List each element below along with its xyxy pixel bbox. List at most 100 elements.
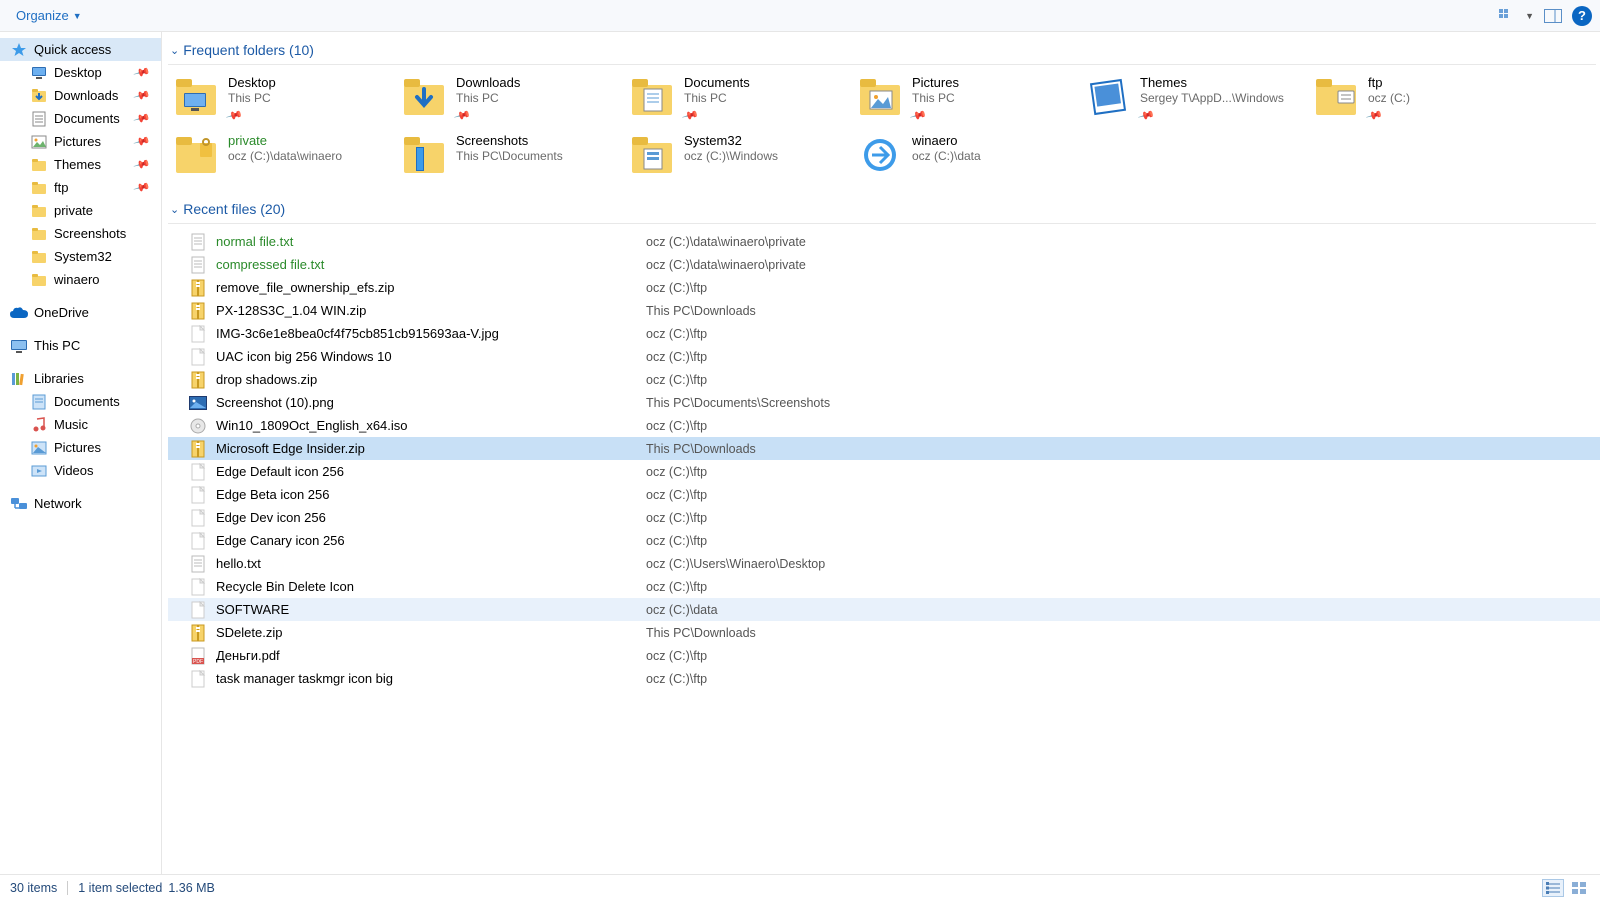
file-row[interactable]: Microsoft Edge Insider.zipThis PC\Downlo… [168, 437, 1600, 460]
folder-tile[interactable]: ftpocz (C:)📌 [1308, 71, 1536, 129]
sidebar-item-downloads[interactable]: Downloads📌 [0, 84, 161, 107]
file-row[interactable]: hello.txtocz (C:)\Users\Winaero\Desktop [168, 552, 1600, 575]
cloud-icon [10, 304, 28, 322]
folder-name: System32 [684, 133, 778, 148]
sidebar-item-this-pc[interactable]: This PC [0, 334, 161, 357]
file-path: ocz (C:)\ftp [646, 649, 707, 663]
sidebar-item-libraries[interactable]: Libraries [0, 367, 161, 390]
file-row[interactable]: Edge Dev icon 256ocz (C:)\ftp [168, 506, 1600, 529]
file-row[interactable]: Win10_1809Oct_English_x64.isoocz (C:)\ft… [168, 414, 1600, 437]
file-row[interactable]: Edge Canary icon 256ocz (C:)\ftp [168, 529, 1600, 552]
pin-icon: 📌 [1137, 106, 1152, 122]
pin-icon: 📌 [1365, 106, 1380, 122]
sidebar-item-winaero[interactable]: winaero [0, 268, 161, 291]
file-row[interactable]: IMG-3c6e1e8bea0cf4f75cb851cb915693aa-V.j… [168, 322, 1600, 345]
lib-vid-icon [30, 462, 48, 480]
file-row[interactable]: UAC icon big 256 Windows 10ocz (C:)\ftp [168, 345, 1600, 368]
sidebar-item-onedrive[interactable]: OneDrive [0, 301, 161, 324]
file-name: task manager taskmgr icon big [216, 671, 646, 686]
file-name: Microsoft Edge Insider.zip [216, 441, 646, 456]
zip-icon [188, 370, 208, 390]
sidebar-item-system32[interactable]: System32 [0, 245, 161, 268]
folder-icon [858, 133, 902, 177]
file-row[interactable]: SOFTWAREocz (C:)\data [168, 598, 1600, 621]
sidebar-item-pictures[interactable]: Pictures📌 [0, 130, 161, 153]
folder-icon [174, 133, 218, 177]
pin-icon: 📌 [681, 106, 696, 122]
details-view-button[interactable] [1542, 879, 1564, 897]
file-row[interactable]: SDelete.zipThis PC\Downloads [168, 621, 1600, 644]
group-title: Frequent folders (10) [183, 42, 314, 58]
sidebar-item-lib-documents[interactable]: Documents [0, 390, 161, 413]
file-row[interactable]: PX-128S3C_1.04 WIN.zipThis PC\Downloads [168, 299, 1600, 322]
folder-name: winaero [912, 133, 981, 148]
sidebar-item-lib-videos[interactable]: Videos [0, 459, 161, 482]
folder-tile[interactable]: DownloadsThis PC📌 [396, 71, 624, 129]
group-header-files[interactable]: ⌄ Recent files (20) [168, 197, 1596, 224]
file-path: ocz (C:)\ftp [646, 511, 707, 525]
sidebar-item-themes[interactable]: Themes📌 [0, 153, 161, 176]
sidebar-item-ftp[interactable]: ftp📌 [0, 176, 161, 199]
file-row[interactable]: PDFДеньги.pdfocz (C:)\ftp [168, 644, 1600, 667]
folder-icon [30, 271, 48, 289]
file-name: drop shadows.zip [216, 372, 646, 387]
sidebar-item-private[interactable]: private [0, 199, 161, 222]
pdf-icon: PDF [188, 646, 208, 666]
folder-name: Documents [684, 75, 750, 90]
organize-label: Organize [16, 8, 69, 23]
file-row[interactable]: Screenshot (10).pngThis PC\Documents\Scr… [168, 391, 1600, 414]
file-row[interactable]: normal file.txtocz (C:)\data\winaero\pri… [168, 230, 1600, 253]
folder-location: ocz (C:) [1368, 91, 1410, 105]
file-row[interactable]: Edge Default icon 256ocz (C:)\ftp [168, 460, 1600, 483]
folder-tile[interactable]: ThemesSergey T\AppD...\Windows📌 [1080, 71, 1308, 129]
iso-icon [188, 416, 208, 436]
file-name: remove_file_ownership_efs.zip [216, 280, 646, 295]
file-row[interactable]: Recycle Bin Delete Iconocz (C:)\ftp [168, 575, 1600, 598]
chevron-down-icon[interactable]: ▼ [1525, 11, 1534, 21]
file-name: Edge Canary icon 256 [216, 533, 646, 548]
file-row[interactable]: task manager taskmgr icon bigocz (C:)\ft… [168, 667, 1600, 690]
folder-icon [30, 202, 48, 220]
help-icon[interactable]: ? [1572, 6, 1592, 26]
file-row[interactable]: remove_file_ownership_efs.zipocz (C:)\ft… [168, 276, 1600, 299]
folder-name: Pictures [912, 75, 959, 90]
file-row[interactable]: Edge Beta icon 256ocz (C:)\ftp [168, 483, 1600, 506]
folder-tile[interactable]: System32ocz (C:)\Windows [624, 129, 852, 187]
sidebar-item-screenshots[interactable]: Screenshots [0, 222, 161, 245]
thumbnails-view-button[interactable] [1568, 879, 1590, 897]
folder-tile[interactable]: privateocz (C:)\data\winaero [168, 129, 396, 187]
sidebar-item-desktop[interactable]: Desktop📌 [0, 61, 161, 84]
layout-options-button[interactable] [1497, 7, 1515, 25]
sidebar-item-network[interactable]: Network [0, 492, 161, 515]
status-bar: 30 items 1 item selected 1.36 MB [0, 874, 1600, 900]
folder-name: Themes [1140, 75, 1284, 90]
pin-icon: 📌 [909, 106, 924, 122]
file-row[interactable]: compressed file.txtocz (C:)\data\winaero… [168, 253, 1600, 276]
folder-tile[interactable]: PicturesThis PC📌 [852, 71, 1080, 129]
file-name: IMG-3c6e1e8bea0cf4f75cb851cb915693aa-V.j… [216, 326, 646, 341]
file-icon [188, 462, 208, 482]
file-icon [188, 600, 208, 620]
organize-menu[interactable]: Organize ▼ [8, 4, 90, 27]
folder-icon [1086, 75, 1130, 119]
sidebar-item-quick-access[interactable]: Quick access [0, 38, 161, 61]
folder-name: ftp [1368, 75, 1410, 90]
folder-tile[interactable]: ScreenshotsThis PC\Documents [396, 129, 624, 187]
folder-icon [402, 75, 446, 119]
file-path: ocz (C:)\ftp [646, 327, 707, 341]
sidebar-item-label: Videos [54, 463, 161, 478]
preview-pane-button[interactable] [1544, 7, 1562, 25]
zip-icon [188, 623, 208, 643]
sidebar-item-documents[interactable]: Documents📌 [0, 107, 161, 130]
folder-tile[interactable]: DocumentsThis PC📌 [624, 71, 852, 129]
folder-tile[interactable]: DesktopThis PC📌 [168, 71, 396, 129]
file-path: ocz (C:)\ftp [646, 373, 707, 387]
file-row[interactable]: drop shadows.zipocz (C:)\ftp [168, 368, 1600, 391]
group-header-folders[interactable]: ⌄ Frequent folders (10) [168, 38, 1596, 65]
folder-icon [30, 179, 48, 197]
folder-name: private [228, 133, 342, 148]
sidebar-item-lib-music[interactable]: Music [0, 413, 161, 436]
folder-tile[interactable]: winaeroocz (C:)\data [852, 129, 1080, 187]
file-name: Edge Default icon 256 [216, 464, 646, 479]
sidebar-item-lib-pictures[interactable]: Pictures [0, 436, 161, 459]
